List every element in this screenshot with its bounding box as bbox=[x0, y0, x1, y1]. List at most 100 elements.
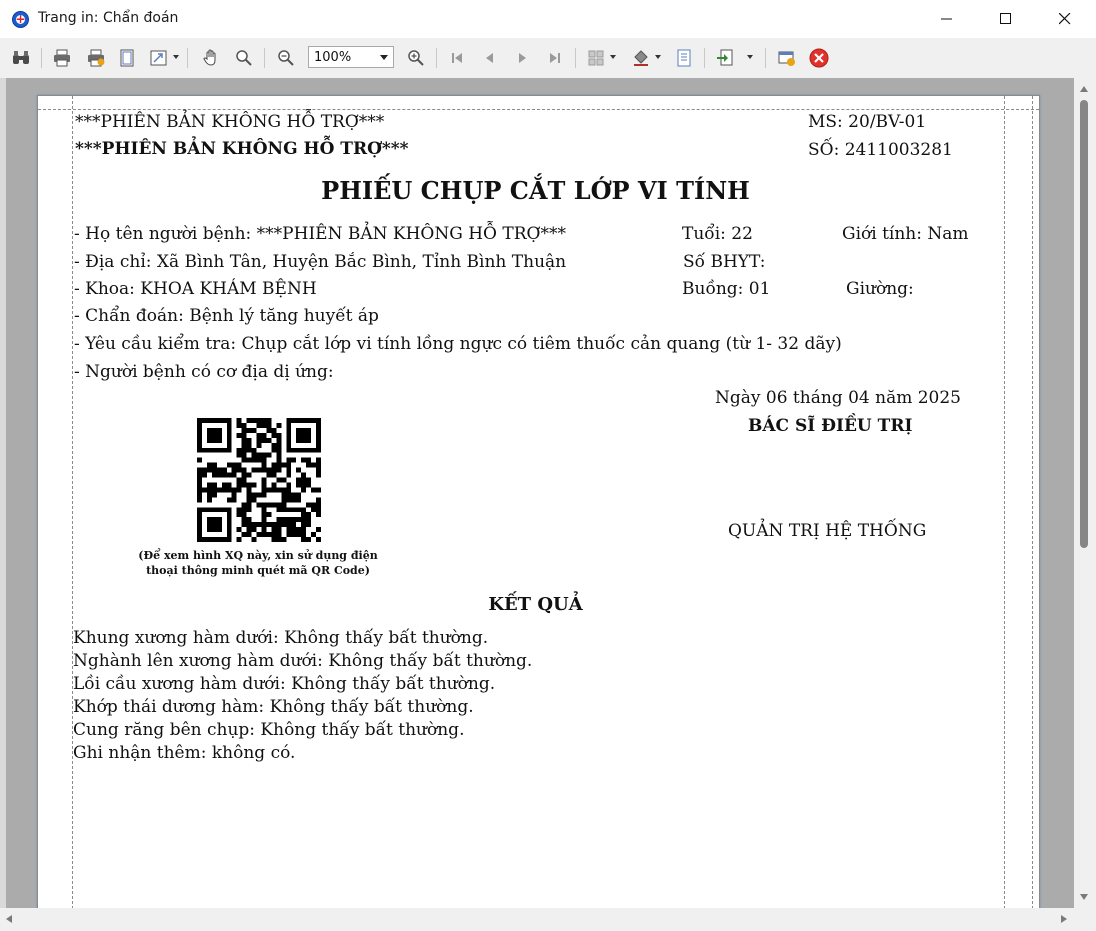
watermark-button[interactable] bbox=[673, 48, 695, 68]
qr-code bbox=[197, 418, 321, 542]
print-button[interactable] bbox=[51, 48, 73, 68]
magnifier-button[interactable] bbox=[233, 48, 255, 68]
patient-address: - Địa chỉ: Xã Bình Tân, Huyện Bắc Bình, … bbox=[74, 252, 567, 272]
zoom-out-button[interactable] bbox=[275, 48, 297, 68]
doctor-title: BÁC SĨ ĐIỀU TRỊ bbox=[748, 416, 913, 436]
scale-button[interactable] bbox=[148, 48, 170, 68]
hand-icon bbox=[203, 49, 216, 66]
app-icon bbox=[12, 11, 29, 28]
page-edge-line bbox=[1032, 96, 1033, 909]
left-margin-line bbox=[72, 96, 73, 909]
scroll-down-icon[interactable] bbox=[1080, 894, 1088, 900]
paint-bucket-icon bbox=[634, 50, 648, 66]
close-circle-icon bbox=[809, 48, 829, 68]
document-icon bbox=[677, 49, 691, 67]
minimize-button[interactable] bbox=[918, 0, 976, 38]
printer-icon bbox=[54, 49, 70, 67]
result-line: Khung xương hàm dưới: Không thấy bất thư… bbox=[73, 628, 489, 648]
chevron-down-icon bbox=[380, 55, 388, 60]
maximize-button[interactable] bbox=[977, 0, 1035, 38]
title-bar: Trang in: Chẩn đoán bbox=[0, 0, 1096, 38]
first-page-button[interactable] bbox=[447, 48, 469, 68]
toolbar-separator bbox=[704, 48, 705, 68]
toolbar-separator bbox=[765, 48, 766, 68]
toolbar-separator bbox=[575, 48, 576, 68]
document-title: PHIẾU CHỤP CẮT LỚP VI TÍNH bbox=[321, 176, 750, 205]
binoculars-icon bbox=[13, 51, 29, 64]
document-number: SỐ: 2411003281 bbox=[808, 140, 953, 160]
close-icon bbox=[1059, 13, 1071, 25]
next-page-button[interactable] bbox=[511, 48, 533, 68]
close-preview-button[interactable] bbox=[808, 48, 830, 68]
find-button[interactable] bbox=[10, 48, 32, 68]
quick-print-button[interactable] bbox=[85, 48, 107, 68]
multiple-pages-button[interactable] bbox=[585, 48, 607, 68]
last-page-button[interactable] bbox=[543, 48, 565, 68]
document-page: ***PHIÊN BẢN KHÔNG HỖ TRỢ*** ***PHIÊN BẢ… bbox=[37, 95, 1040, 910]
scroll-up-icon[interactable] bbox=[1080, 86, 1088, 92]
diagnosis: - Chẩn đoán: Bệnh lý tăng huyết áp bbox=[74, 306, 379, 326]
sign-date: Ngày 06 tháng 04 năm 2025 bbox=[715, 388, 961, 408]
toolbar bbox=[0, 38, 1096, 78]
multiple-pages-icon bbox=[588, 50, 604, 66]
header-left-line-2: ***PHIÊN BẢN KHÔNG HỖ TRỢ*** bbox=[75, 139, 409, 159]
insurance-number: Số BHYT: bbox=[683, 252, 766, 272]
page-setup-button[interactable] bbox=[116, 48, 138, 68]
scale-icon bbox=[150, 50, 167, 66]
zoom-in-icon bbox=[408, 50, 424, 66]
send-icon bbox=[778, 51, 795, 66]
page-color-button[interactable] bbox=[630, 48, 652, 68]
patient-age: Tuổi: 22 bbox=[682, 224, 753, 244]
right-margin-line bbox=[1004, 96, 1005, 909]
last-page-icon bbox=[550, 53, 560, 63]
scale-dropdown-arrow[interactable] bbox=[173, 55, 179, 59]
export-button[interactable] bbox=[714, 48, 736, 68]
multiple-pages-dropdown-arrow[interactable] bbox=[610, 55, 616, 59]
vertical-scroll-thumb[interactable] bbox=[1080, 100, 1088, 548]
export-dropdown-arrow[interactable] bbox=[747, 55, 753, 59]
result-line: Cung răng bên chụp: Không thấy bất thườn… bbox=[73, 720, 465, 740]
horizontal-scrollbar[interactable] bbox=[0, 908, 1074, 931]
zoom-select[interactable]: 100% bbox=[308, 46, 394, 68]
page-color-dropdown-arrow[interactable] bbox=[655, 55, 661, 59]
result-line: Khớp thái dương hàm: Không thấy bất thườ… bbox=[73, 697, 474, 717]
form-code: MS: 20/BV-01 bbox=[808, 112, 927, 132]
room: Buồng: 01 bbox=[682, 279, 771, 299]
allergy: - Người bệnh có cơ địa dị ứng: bbox=[74, 362, 334, 382]
quick-print-icon bbox=[88, 49, 105, 67]
zoom-in-button[interactable] bbox=[405, 48, 427, 68]
window-title: Trang in: Chẩn đoán bbox=[38, 10, 179, 26]
minimize-icon bbox=[941, 18, 952, 20]
exam-request: - Yêu cầu kiểm tra: Chụp cắt lớp vi tính… bbox=[74, 334, 842, 354]
previous-page-icon bbox=[486, 53, 493, 63]
maximize-icon bbox=[1000, 13, 1011, 24]
first-page-icon bbox=[452, 53, 462, 63]
hand-tool-button[interactable] bbox=[200, 48, 222, 68]
toolbar-separator bbox=[264, 48, 265, 68]
magnifier-icon bbox=[236, 50, 252, 66]
doctor-name: QUẢN TRỊ HỆ THỐNG bbox=[728, 521, 927, 541]
export-icon bbox=[717, 49, 733, 66]
previous-page-button[interactable] bbox=[479, 48, 501, 68]
zoom-out-icon bbox=[278, 50, 294, 66]
patient-gender: Giới tính: Nam bbox=[842, 224, 969, 244]
toolbar-separator bbox=[187, 48, 188, 68]
result-line: Ghi nhận thêm: không có. bbox=[73, 743, 296, 763]
send-button[interactable] bbox=[776, 48, 798, 68]
result-line: Lồi cầu xương hàm dưới: Không thấy bất t… bbox=[73, 674, 496, 694]
close-button[interactable] bbox=[1036, 0, 1094, 38]
next-page-icon bbox=[519, 53, 526, 63]
header-left-line-1: ***PHIÊN BẢN KHÔNG HỖ TRỢ*** bbox=[75, 112, 385, 132]
bed: Giường: bbox=[846, 279, 914, 299]
top-margin-line bbox=[38, 109, 1039, 110]
scroll-left-icon[interactable] bbox=[6, 915, 12, 923]
vertical-scrollbar[interactable] bbox=[1074, 78, 1096, 908]
page-setup-icon bbox=[120, 49, 134, 67]
result-heading-text: KẾT QUẢ bbox=[488, 594, 583, 615]
result-heading: KẾT QUẢ bbox=[38, 594, 1039, 615]
result-line: Nghành lên xương hàm dưới: Không thấy bấ… bbox=[73, 651, 533, 671]
zoom-value: 100% bbox=[314, 50, 352, 65]
department: - Khoa: KHOA KHÁM BỆNH bbox=[74, 279, 317, 299]
scroll-right-icon[interactable] bbox=[1061, 915, 1067, 923]
scrollbar-corner bbox=[1074, 908, 1096, 931]
